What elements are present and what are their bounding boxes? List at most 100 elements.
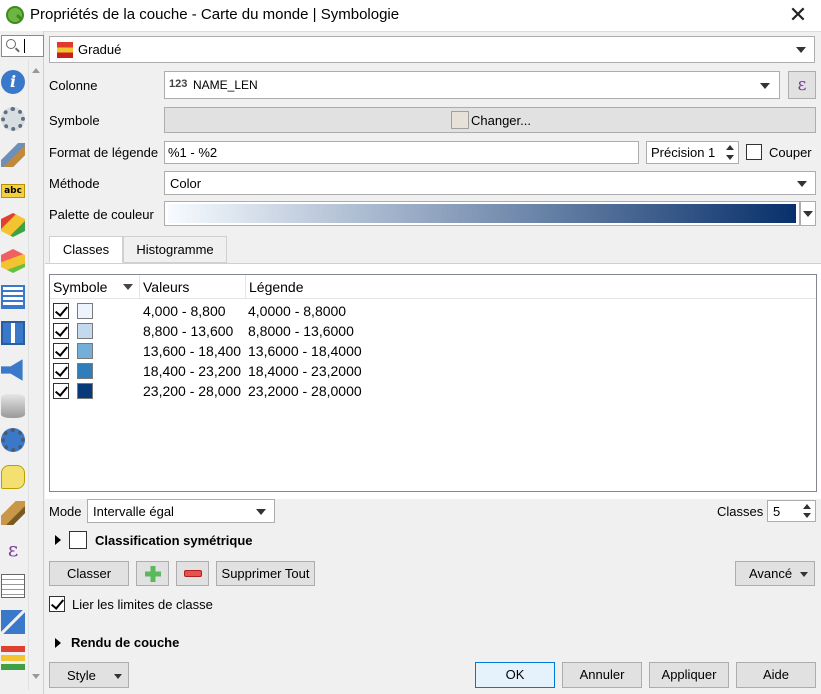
style-label: Style: [67, 668, 96, 683]
remove-class-button[interactable]: [176, 561, 209, 586]
sidebar-scrollbar[interactable]: [28, 60, 43, 690]
table-row[interactable]: 23,200 - 28,000 23,2000 - 28,0000: [50, 381, 816, 401]
legend-format-value: %1 - %2: [168, 145, 218, 160]
tab-histogram[interactable]: Histogramme: [123, 236, 227, 263]
chevron-down-icon: [796, 47, 806, 53]
class-legend[interactable]: 18,4000 - 23,2000: [248, 361, 362, 381]
class-values[interactable]: 8,800 - 13,600: [143, 321, 233, 341]
method-label: Méthode: [49, 176, 100, 191]
rendering-brush-icon[interactable]: [1, 501, 25, 525]
graduated-renderer-icon: [57, 42, 73, 58]
renderer-type-value: Gradué: [78, 42, 122, 57]
class-values[interactable]: 4,000 - 8,800: [143, 301, 226, 321]
precision-value: 1: [708, 145, 716, 160]
search-icon: [6, 39, 16, 49]
joins-icon[interactable]: [1, 321, 25, 345]
advanced-button[interactable]: Avancé: [735, 561, 815, 586]
link-class-bounds-checkbox[interactable]: [49, 596, 65, 612]
class-color-swatch[interactable]: [77, 323, 93, 339]
expand-arrow-icon[interactable]: [55, 638, 61, 648]
window-title: Propriétés de la couche - Carte du monde…: [30, 6, 400, 23]
spin-arrows-icon[interactable]: [723, 143, 737, 162]
class-color-swatch[interactable]: [77, 343, 93, 359]
trim-checkbox[interactable]: [746, 144, 762, 160]
class-color-swatch[interactable]: [77, 383, 93, 399]
class-values[interactable]: 23,200 - 28,000: [143, 381, 241, 401]
scroll-down-arrow-icon[interactable]: [32, 674, 40, 679]
table-row[interactable]: 8,800 - 13,600 8,8000 - 13,6000: [50, 321, 816, 341]
class-color-swatch[interactable]: [77, 303, 93, 319]
row-visibility-checkbox[interactable]: [53, 383, 69, 399]
legend-format-label: Format de légende: [49, 145, 159, 160]
class-legend[interactable]: 13,6000 - 18,4000: [248, 341, 362, 361]
method-value: Color: [170, 176, 202, 191]
tab-classes[interactable]: Classes: [49, 236, 123, 263]
variables-epsilon-icon[interactable]: ε: [1, 537, 25, 561]
chevron-down-icon: [256, 509, 266, 515]
delete-all-button[interactable]: Supprimer Tout: [216, 561, 315, 586]
display-tooltip-icon[interactable]: [1, 465, 25, 489]
cancel-button[interactable]: Annuler: [562, 662, 642, 688]
ok-button[interactable]: OK: [475, 662, 555, 688]
actions-icon[interactable]: [1, 428, 25, 452]
chevron-down-icon: [803, 211, 813, 217]
class-legend[interactable]: 4,0000 - 8,8000: [248, 301, 346, 321]
classify-button[interactable]: Classer: [49, 561, 129, 586]
chevron-down-icon: [797, 181, 807, 187]
expression-button[interactable]: ε: [788, 71, 816, 99]
legend-icon[interactable]: [1, 646, 25, 670]
sort-arrow-icon: [123, 284, 133, 290]
dependencies-icon[interactable]: [1, 610, 25, 634]
change-symbol-button[interactable]: Changer...: [164, 107, 816, 133]
metadata-icon[interactable]: [1, 574, 25, 598]
color-ramp-button[interactable]: [164, 201, 800, 226]
method-combo[interactable]: Color: [164, 171, 816, 195]
labels-abc-icon[interactable]: abc: [1, 184, 25, 198]
symmetric-classification-label: Classification symétrique: [95, 533, 253, 548]
spin-arrows-icon[interactable]: [800, 502, 814, 520]
column-label: Colonne: [49, 78, 98, 93]
row-visibility-checkbox[interactable]: [53, 363, 69, 379]
source-settings-icon[interactable]: [1, 107, 25, 131]
text-caret: [24, 39, 25, 53]
precision-spinbox[interactable]: Précision 1: [646, 141, 739, 164]
column-header-legend[interactable]: Légende: [246, 275, 816, 299]
table-row[interactable]: 18,400 - 23,200 18,4000 - 23,2000: [50, 361, 816, 381]
symbol-preview-swatch: [451, 111, 469, 129]
class-values[interactable]: 13,600 - 18,400: [143, 341, 241, 361]
classes-count-spinbox[interactable]: 5: [767, 500, 816, 522]
mode-combo[interactable]: Intervalle égal: [87, 499, 275, 523]
symmetric-classification-checkbox[interactable]: [69, 531, 87, 549]
style-menu-button[interactable]: Style: [49, 662, 129, 688]
expand-arrow-icon[interactable]: [55, 535, 61, 545]
class-values[interactable]: 18,400 - 23,200: [143, 361, 241, 381]
class-color-swatch[interactable]: [77, 363, 93, 379]
legend-format-input[interactable]: %1 - %2: [164, 141, 639, 164]
column-field-combo[interactable]: 123 NAME_LEN: [164, 71, 780, 99]
actions-database-icon[interactable]: [1, 394, 25, 418]
scroll-up-arrow-icon[interactable]: [32, 68, 40, 73]
color-ramp-menu-button[interactable]: [800, 201, 816, 226]
renderer-type-combo[interactable]: Gradué: [49, 36, 815, 63]
mode-value: Intervalle égal: [93, 504, 174, 519]
information-icon[interactable]: i: [1, 70, 25, 94]
table-row[interactable]: 4,000 - 8,800 4,0000 - 8,8000: [50, 301, 816, 321]
help-button[interactable]: Aide: [736, 662, 816, 688]
column-header-values[interactable]: Valeurs: [140, 275, 246, 299]
attributes-form-icon[interactable]: [1, 285, 25, 309]
add-class-button[interactable]: [136, 561, 169, 586]
close-button[interactable]: ✕: [783, 2, 813, 28]
plus-icon: [145, 566, 161, 582]
apply-button[interactable]: Appliquer: [649, 662, 729, 688]
classes-table[interactable]: Symbole Valeurs Légende 4,000 - 8,800 4,…: [49, 274, 817, 492]
row-visibility-checkbox[interactable]: [53, 343, 69, 359]
sidebar-search-input[interactable]: [1, 35, 44, 57]
class-legend[interactable]: 23,2000 - 28,0000: [248, 381, 362, 401]
symbology-brush-icon[interactable]: [1, 143, 25, 167]
row-visibility-checkbox[interactable]: [53, 323, 69, 339]
table-row[interactable]: 13,600 - 18,400 13,6000 - 18,4000: [50, 341, 816, 361]
integer-type-badge: 123: [169, 78, 188, 90]
class-legend[interactable]: 8,8000 - 13,6000: [248, 321, 354, 341]
column-header-symbol[interactable]: Symbole: [50, 275, 140, 299]
row-visibility-checkbox[interactable]: [53, 303, 69, 319]
